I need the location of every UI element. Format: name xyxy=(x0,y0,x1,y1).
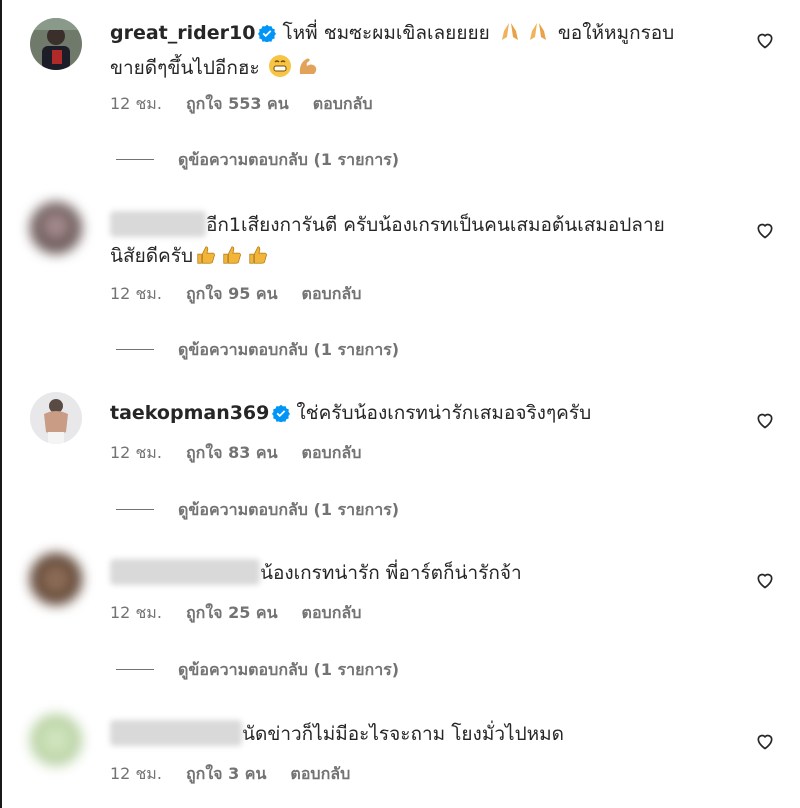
heart-outline-icon[interactable] xyxy=(755,30,775,50)
reply-button[interactable]: ตอบกลับ xyxy=(302,284,362,303)
replies-divider xyxy=(116,509,154,510)
comment-body: taekopman369 ใช่ครับน้องเกรทน่ารักเสมอจริ… xyxy=(110,398,720,432)
view-replies-label: ดูข้อความตอบกลับ (1 รายการ) xyxy=(178,500,400,519)
reply-button[interactable]: ตอบกลับ xyxy=(290,764,350,783)
window-edge xyxy=(0,0,2,808)
folded-hands-emoji xyxy=(498,19,522,53)
comment-meta: 12 ชม. ถูกใจ 25 คน ตอบกลับ xyxy=(110,601,385,626)
avatar[interactable] xyxy=(30,202,82,254)
avatar[interactable] xyxy=(30,553,82,605)
comment-text: ใช่ครับน้องเกรทน่ารักเสมอจริงๆครับ xyxy=(296,402,592,424)
view-replies-button[interactable]: ดูข้อความตอบกลับ (1 รายการ) xyxy=(116,498,399,523)
username[interactable]: taekopman369 xyxy=(110,402,269,424)
thumbs-up-emoji xyxy=(247,244,269,276)
avatar[interactable] xyxy=(30,392,82,444)
view-replies-button[interactable]: ดูข้อความตอบกลับ (1 รายการ) xyxy=(116,658,399,683)
replies-divider xyxy=(116,159,154,160)
comment-body: น้องเกรทน่ารัก พี่อาร์ตก็น่ารักจ้า xyxy=(110,558,720,589)
replies-divider xyxy=(116,669,154,670)
view-replies-button[interactable]: ดูข้อความตอบกลับ (1 รายการ) xyxy=(116,148,399,173)
comment-text-line2: ขายดีๆขึ้นไปอีกฮะ xyxy=(110,57,260,79)
comment-meta: 12 ชม. ถูกใจ 553 คน ตอบกลับ xyxy=(110,92,397,117)
like-count[interactable]: ถูกใจ 95 คน xyxy=(186,284,278,303)
thumbs-up-emoji xyxy=(195,244,217,276)
timestamp[interactable]: 12 ชม. xyxy=(110,284,162,303)
username[interactable] xyxy=(110,211,206,237)
avatar-image xyxy=(30,392,82,444)
reply-button[interactable]: ตอบกลับ xyxy=(313,94,373,113)
avatar-image xyxy=(30,553,82,605)
timestamp[interactable]: 12 ชม. xyxy=(110,443,162,462)
comment-text: นัดข่าวก็ไม่มีอะไรจะถาม โยงมั่วไปหมด xyxy=(242,723,565,745)
grinning-emoji xyxy=(268,54,292,88)
comment-text-cont: ขอให้หมูกรอบ xyxy=(557,22,675,44)
heart-outline-icon[interactable] xyxy=(755,220,775,240)
comment-meta: 12 ชม. ถูกใจ 95 คน ตอบกลับ xyxy=(110,282,385,307)
like-count[interactable]: ถูกใจ 3 คน xyxy=(186,764,266,783)
comment-body: นัดข่าวก็ไม่มีอะไรจะถาม โยงมั่วไปหมด xyxy=(110,719,720,750)
timestamp[interactable]: 12 ชม. xyxy=(110,603,162,622)
avatar-image xyxy=(30,714,82,766)
verified-badge-icon xyxy=(272,401,291,432)
comment-body: อีก1เสียงการันตี ครับน้องเกรทเป็นคนเสมอต… xyxy=(110,210,720,276)
view-replies-label: ดูข้อความตอบกลับ (1 รายการ) xyxy=(178,150,400,169)
view-replies-label: ดูข้อความตอบกลับ (1 รายการ) xyxy=(178,660,400,679)
timestamp[interactable]: 12 ชม. xyxy=(110,764,162,783)
flexed-biceps-emoji xyxy=(296,54,320,88)
comment-text: โหพี่ ชมซะผมเขิลเลยยยย xyxy=(282,22,490,44)
view-replies-button[interactable]: ดูข้อความตอบกลับ (1 รายการ) xyxy=(116,338,399,363)
like-count[interactable]: ถูกใจ 83 คน xyxy=(186,443,278,462)
comment-meta: 12 ชม. ถูกใจ 83 คน ตอบกลับ xyxy=(110,441,385,466)
comment-meta: 12 ชม. ถูกใจ 3 คน ตอบกลับ xyxy=(110,762,374,787)
username[interactable] xyxy=(110,559,260,585)
username[interactable]: great_rider10 xyxy=(110,22,255,44)
avatar-image xyxy=(30,202,82,254)
reply-button[interactable]: ตอบกลับ xyxy=(302,443,362,462)
heart-outline-icon[interactable] xyxy=(755,410,775,430)
comment-text: น้องเกรทน่ารัก พี่อาร์ตก็น่ารักจ้า xyxy=(260,562,522,584)
avatar[interactable] xyxy=(30,18,82,70)
comment-text-line2: นิสัยดีครับ xyxy=(110,245,194,267)
comment-body: great_rider10 โหพี่ ชมซะผมเขิลเลยยยย ขอให… xyxy=(110,18,720,88)
avatar[interactable] xyxy=(30,714,82,766)
like-count[interactable]: ถูกใจ 553 คน xyxy=(186,94,289,113)
comment-text: อีก1เสียงการันตี ครับน้องเกรทเป็นคนเสมอต… xyxy=(206,214,665,236)
verified-badge-icon xyxy=(258,21,277,52)
thumbs-up-emoji xyxy=(221,244,243,276)
replies-divider xyxy=(116,349,154,350)
reply-button[interactable]: ตอบกลับ xyxy=(302,603,362,622)
folded-hands-emoji xyxy=(526,19,550,53)
heart-outline-icon[interactable] xyxy=(755,570,775,590)
avatar-image xyxy=(30,18,82,70)
like-count[interactable]: ถูกใจ 25 คน xyxy=(186,603,278,622)
heart-outline-icon[interactable] xyxy=(755,731,775,751)
view-replies-label: ดูข้อความตอบกลับ (1 รายการ) xyxy=(178,340,400,359)
timestamp[interactable]: 12 ชม. xyxy=(110,94,162,113)
username[interactable] xyxy=(110,720,242,746)
